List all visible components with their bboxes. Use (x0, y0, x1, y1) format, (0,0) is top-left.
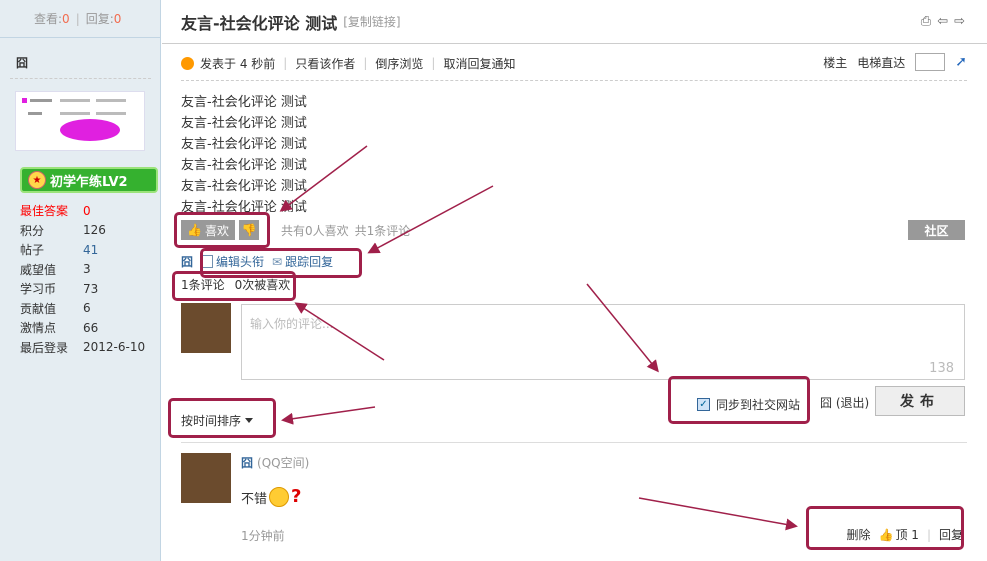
prev-thread-icon[interactable]: ⇦ (937, 14, 948, 29)
view-reply-stats: 查看: 0 | 回复: 0 (0, 0, 160, 38)
stat-value: 66 (83, 320, 99, 335)
community-button[interactable]: 社区 (908, 220, 965, 240)
logout-link[interactable]: (退出) (836, 396, 869, 410)
stat-row: 学习币 73 (20, 279, 150, 299)
stat-value: 126 (83, 223, 106, 238)
reverse-order-link[interactable]: 倒序浏览 (375, 55, 423, 72)
stat-key: 激情点 (20, 321, 57, 336)
reply-time: 1分钟前 (241, 529, 285, 543)
stat-key: 贡献值 (20, 301, 57, 316)
jump-label: 电梯直达 (857, 55, 906, 70)
stat-key: 帖子 (20, 243, 45, 258)
stat-key: 学习币 (20, 282, 57, 297)
reply-label: 回复: (85, 12, 114, 26)
stat-row: 贡献值 6 (20, 299, 150, 319)
floor-label: 楼主 (823, 55, 848, 70)
reply-user: 囧 (QQ空间) (241, 454, 309, 471)
content-line: 友言-社会化评论 测试 (181, 137, 307, 152)
title-bar: 友言-社会化评论 测试 [复制链接] (162, 0, 987, 44)
current-user: 囧 (820, 396, 833, 410)
sidebar: 查看: 0 | 回复: 0 囧 ★ 初学乍练LV2 最佳答案 0 积分 126 帖… (0, 0, 161, 561)
stat-key: 威望值 (20, 262, 57, 277)
reply-avatar[interactable] (181, 453, 231, 503)
publish-button[interactable]: 发布 (875, 386, 965, 416)
stat-key: 最后登录 (20, 340, 69, 355)
copy-link[interactable]: [复制链接] (343, 13, 400, 30)
only-author-link[interactable]: 只看该作者 (295, 55, 355, 72)
jump-floor-input[interactable] (915, 53, 946, 71)
stat-key: 最佳答案 (20, 204, 69, 219)
smile-emoji-icon (269, 487, 290, 507)
level-icon: ★ (28, 171, 46, 189)
reply-body: 不错 (241, 491, 268, 507)
stat-key: 积分 (20, 223, 45, 238)
page-title: 友言-社会化评论 测试 (181, 13, 338, 33)
post-meta: 发表于 4 秒前 | 只看该作者 | 倒序浏览 | 取消回复通知 楼主 电梯直达… (181, 53, 967, 72)
stat-value: 3 (83, 262, 91, 277)
view-count: 0 (62, 11, 70, 26)
stat-row-best-answer: 最佳答案 0 (20, 201, 150, 221)
stat-row: 威望值 3 (20, 260, 150, 280)
reply-user-name[interactable]: 囧 (241, 454, 253, 471)
stat-value: 0 (83, 203, 91, 218)
content-line: 友言-社会化评论 测试 (181, 116, 307, 131)
avatar-image (22, 98, 126, 141)
stat-row: 帖子 41 (20, 240, 150, 260)
comment-input[interactable]: 输入你的评论... 138 (241, 304, 965, 380)
stat-value: 6 (83, 301, 91, 316)
user-link[interactable]: 囧 (181, 253, 193, 270)
stat-value-posts[interactable]: 41 (83, 243, 98, 257)
reply-count: 0 (113, 11, 122, 26)
highlight-reply-actions (806, 506, 964, 550)
stat-row: 积分 126 (20, 221, 150, 241)
cancel-notify-link[interactable]: 取消回复通知 (443, 55, 515, 72)
comment-count: 共1条评论 (354, 223, 411, 238)
online-status-icon (181, 56, 194, 70)
comment-placeholder: 输入你的评论... (250, 317, 334, 331)
print-icon[interactable]: ⎙ (921, 14, 931, 29)
question-emoji-icon: ? (291, 486, 302, 507)
stat-row: 激情点 66 (20, 318, 150, 338)
highlight-counts (172, 271, 296, 301)
next-thread-icon[interactable]: ⇨ (954, 14, 965, 29)
content-line: 友言-社会化评论 测试 (181, 179, 307, 194)
highlight-like (174, 212, 270, 248)
post-time: 发表于 4 秒前 (200, 56, 276, 71)
jump-go-icon[interactable]: ➚ (955, 54, 967, 70)
highlight-sort (168, 398, 276, 438)
post-content: 友言-社会化评论 测试 友言-社会化评论 测试 友言-社会化评论 测试 友言-社… (181, 92, 307, 218)
reply-source: (QQ空间) (257, 456, 310, 470)
view-label: 查看: (34, 12, 63, 26)
highlight-sync (668, 376, 810, 424)
commenter-avatar (181, 303, 231, 353)
author-avatar[interactable] (15, 91, 145, 151)
level-badge: ★ 初学乍练LV2 (20, 167, 158, 193)
content-line: 友言-社会化评论 测试 (181, 158, 307, 173)
stat-value: 2012-6-10 (83, 340, 146, 355)
char-remaining: 138 (929, 361, 954, 376)
author-name[interactable]: 囧 (16, 54, 28, 71)
reply-text: 不错 ? (241, 486, 311, 508)
level-label: 初学乍练LV2 (50, 174, 128, 190)
like-count: 共有0人喜欢 (281, 223, 349, 238)
stat-value: 73 (83, 281, 99, 296)
stat-row: 最后登录 2012-6-10 (20, 338, 150, 358)
content-line: 友言-社会化评论 测试 (181, 95, 307, 110)
author-stats: 最佳答案 0 积分 126 帖子 41 威望值 3 学习币 73 贡献值 6 激情点 66 … (20, 201, 150, 357)
logout-area: 囧 (退出) (820, 394, 869, 411)
